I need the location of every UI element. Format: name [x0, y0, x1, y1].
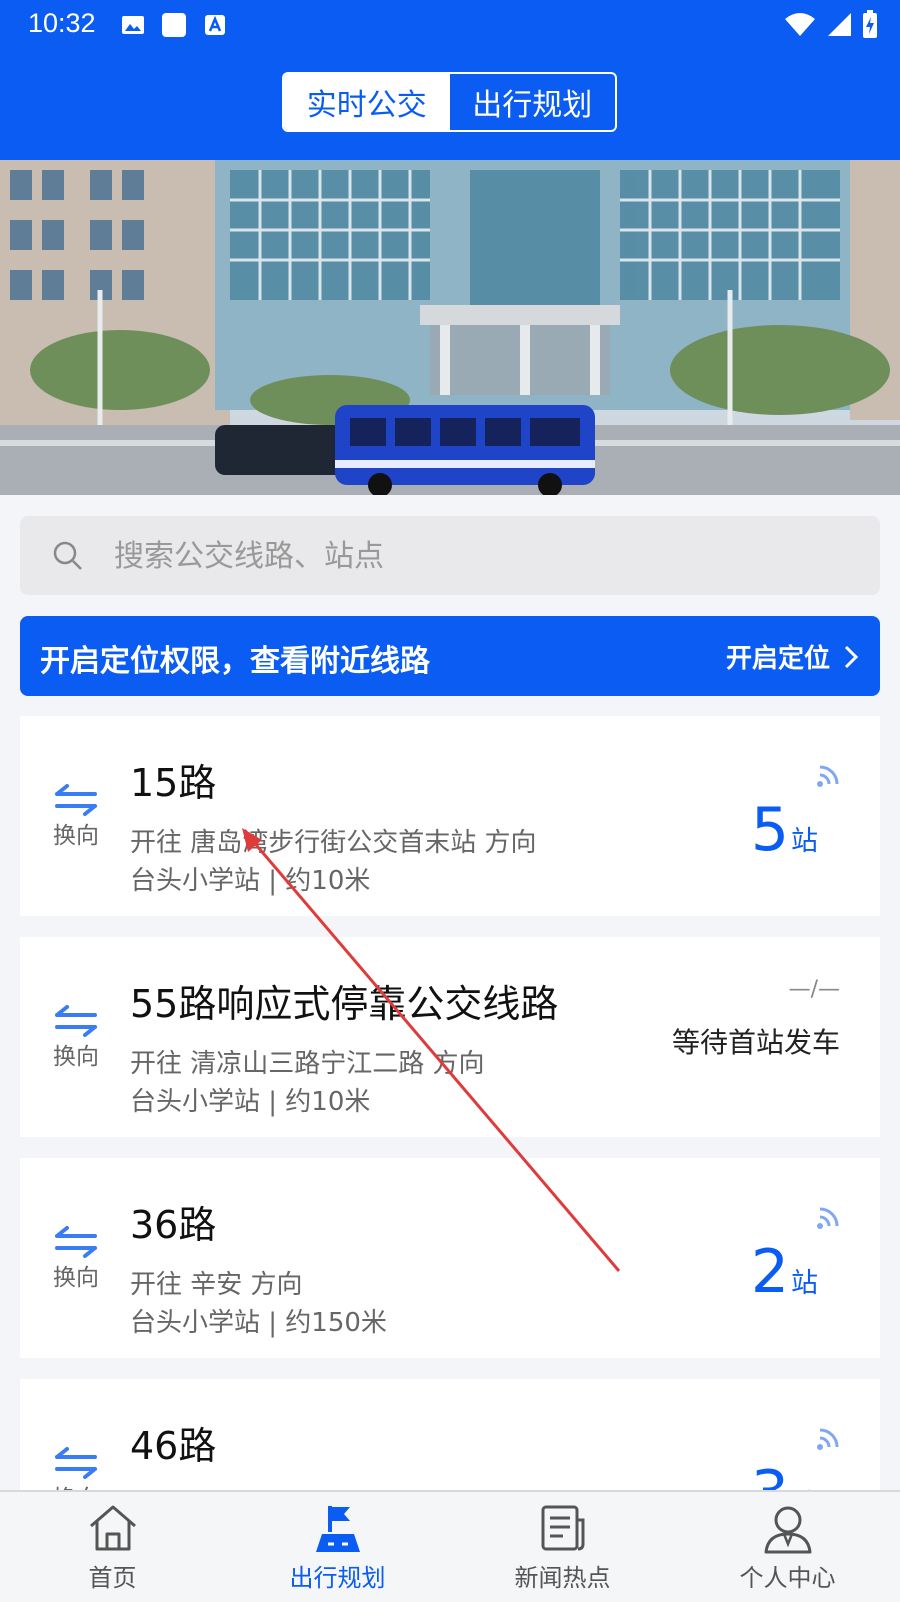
banner-image — [0, 160, 900, 495]
route-status: 等待首站发车 — [671, 1026, 840, 1059]
route-name: 46路 — [130, 1424, 217, 1468]
realtime-signal-icon — [817, 1207, 839, 1229]
route-name: 15路 — [130, 761, 217, 805]
bottom-nav: 首页 出行规划 新闻热点 个人中心 — [0, 1490, 900, 1602]
route-name: 55路响应式停靠公交线路 — [130, 982, 559, 1026]
nav-item-news[interactable]: 新闻热点 — [450, 1492, 675, 1602]
app-square-icon — [162, 13, 186, 37]
app-header: 实时公交 出行规划 — [0, 52, 900, 160]
swap-label: 换向 — [53, 1044, 99, 1070]
realtime-signal-icon — [817, 1428, 839, 1450]
eta-placeholder: —/— — [788, 977, 840, 1002]
location-permission-banner[interactable]: 开启定位权限，查看附近线路 开启定位 — [20, 616, 880, 696]
eta: 5 站 — [751, 800, 818, 860]
nav-item-trip-planning[interactable]: 出行规划 — [225, 1492, 450, 1602]
route-card[interactable]: 换向 15路 开往 唐岛湾步行街公交首末站 方向 台头小学站 | 约10米 5 … — [20, 716, 880, 916]
route-card[interactable]: 换向 36路 开往 辛安 方向 台头小学站 | 约150米 2 站 — [20, 1158, 880, 1358]
flag-road-icon — [315, 1506, 360, 1552]
nav-label: 个人中心 — [739, 1564, 836, 1592]
realtime-signal-icon — [817, 765, 839, 787]
swap-arrows-icon — [55, 1005, 97, 1037]
battery-charging-icon — [863, 10, 877, 38]
news-icon — [541, 1505, 584, 1551]
eta: 2 站 — [751, 1242, 818, 1302]
nav-label: 新闻热点 — [514, 1564, 611, 1592]
status-time: 10:32 — [28, 8, 96, 38]
signal-icon — [828, 13, 851, 36]
wifi-icon — [785, 13, 815, 36]
route-stop: 台头小学站 | 约150米 — [130, 1308, 387, 1338]
a-box-icon — [205, 15, 225, 35]
swap-arrows-icon — [55, 1226, 97, 1258]
swap-direction-button[interactable]: 换向 — [50, 1226, 102, 1292]
nav-item-home[interactable]: 首页 — [0, 1492, 225, 1602]
notification-icons — [121, 13, 227, 37]
tab-trip-planning[interactable]: 出行规划 — [450, 74, 616, 130]
search-icon — [53, 541, 82, 570]
search-input[interactable] — [112, 516, 856, 597]
swap-arrows-icon — [55, 1447, 97, 1479]
enable-location-label: 开启定位 — [725, 644, 830, 674]
system-icons — [784, 10, 878, 38]
banner-illustration — [0, 160, 900, 495]
route-name: 36路 — [130, 1203, 217, 1247]
swap-arrows-icon — [55, 784, 97, 816]
nav-label: 首页 — [88, 1564, 137, 1592]
route-direction: 开往 辛安 方向 — [130, 1270, 303, 1300]
swap-label: 换向 — [53, 823, 99, 849]
enable-location-button[interactable]: 开启定位 — [726, 638, 858, 675]
nav-label: 出行规划 — [289, 1564, 386, 1592]
swap-direction-button[interactable]: 换向 — [50, 784, 102, 850]
chevron-right-icon — [844, 645, 858, 668]
status-bar: 10:32 — [0, 0, 900, 52]
stops-unit: 站 — [791, 1268, 818, 1299]
route-direction: 开往 清凉山三路宁江二路 方向 — [130, 1049, 485, 1079]
swap-label: 换向 — [53, 1265, 99, 1291]
route-stop: 台头小学站 | 约10米 — [130, 866, 371, 896]
home-icon — [89, 1505, 136, 1551]
swap-direction-button[interactable]: 换向 — [50, 1005, 102, 1071]
mode-tabs: 实时公交 出行规划 — [282, 72, 617, 132]
route-stop: 台头小学站 | 约10米 — [130, 1087, 371, 1117]
route-direction: 开往 唐岛湾步行街公交首末站 方向 — [130, 828, 537, 858]
nav-item-profile[interactable]: 个人中心 — [675, 1492, 900, 1602]
route-card[interactable]: 换向 55路响应式停靠公交线路 开往 清凉山三路宁江二路 方向 台头小学站 | … — [20, 937, 880, 1137]
image-icon — [122, 16, 144, 34]
tab-realtime-bus[interactable]: 实时公交 — [284, 74, 450, 130]
location-message: 开启定位权限，查看附近线路 — [40, 644, 430, 679]
user-icon — [764, 1506, 811, 1554]
stops-unit: 站 — [791, 826, 818, 857]
stops-away-number: 5 — [750, 795, 789, 865]
stops-away-number: 2 — [750, 1237, 789, 1307]
search-box[interactable] — [20, 516, 880, 597]
